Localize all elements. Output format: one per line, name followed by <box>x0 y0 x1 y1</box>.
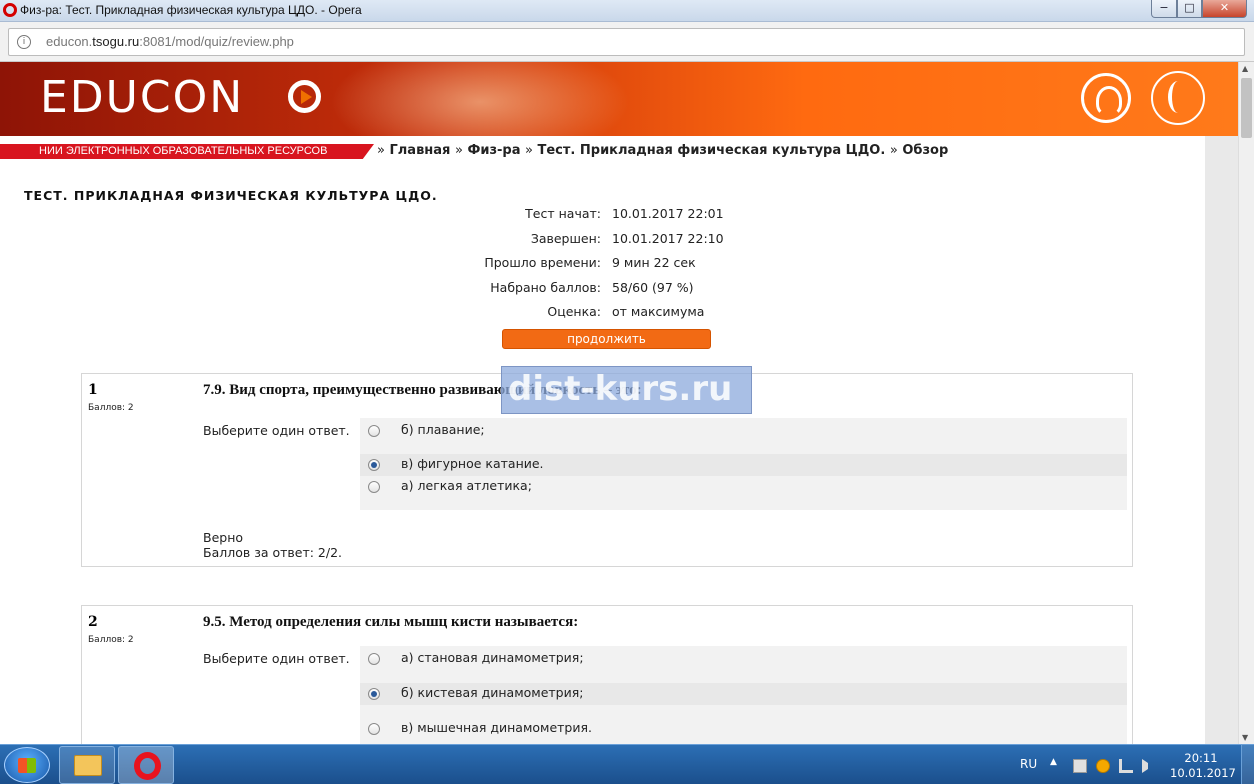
summary-row-score: Набрано баллов: 58/60 (97 %) <box>490 280 694 295</box>
close-button[interactable]: ✕ <box>1202 0 1247 18</box>
start-button[interactable] <box>4 747 50 783</box>
summary-row-grade: Оценка: от максимума <box>547 304 705 319</box>
scroll-down-icon[interactable]: ▼ <box>1242 733 1248 742</box>
question-points: Баллов: 2 <box>88 635 134 645</box>
answer-option[interactable]: а) легкая атлетика; <box>360 476 1127 498</box>
answer-option[interactable]: б) плавание; <box>360 420 1127 442</box>
breadcrumb-current: Обзор <box>902 143 949 158</box>
site-info-icon[interactable]: i <box>17 35 31 49</box>
opera-logo-icon <box>3 3 17 17</box>
system-clock[interactable]: 20:11 10.01.2017 <box>1170 751 1236 781</box>
radio-button-selected[interactable] <box>368 459 380 471</box>
clock-date: 10.01.2017 <box>1170 766 1236 780</box>
breadcrumb-course[interactable]: Физ-ра <box>467 143 520 158</box>
radio-button[interactable] <box>368 425 380 437</box>
vertical-scrollbar[interactable]: ▲ ▼ <box>1238 62 1254 744</box>
university-emblem-icon <box>1151 71 1205 125</box>
institute-banner: НИИ ЭЛЕКТРОННЫХ ОБРАЗОВАТЕЛЬНЫХ РЕСУРСОВ <box>0 144 374 159</box>
windows-taskbar: RU ▲ 20:11 10.01.2017 <box>0 744 1254 784</box>
answer-list: а) становая динамометрия; б) кистевая ди… <box>360 646 1127 744</box>
show-desktop-button[interactable] <box>1241 745 1254 784</box>
answer-option[interactable]: б) кистевая динамометрия; <box>360 683 1127 705</box>
summary-row-started: Тест начат: 10.01.2017 22:01 <box>525 206 724 221</box>
url-input[interactable]: i educon.tsogu.ru:8081/mod/quiz/review.p… <box>8 28 1245 56</box>
question-number: 2 <box>88 614 98 630</box>
tray-expand-icon[interactable]: ▲ <box>1050 757 1057 767</box>
quiz-title: ТЕСТ. ПРИКЛАДНАЯ ФИЗИЧЕСКАЯ КУЛЬТУРА ЦДО… <box>24 188 438 203</box>
window-titlebar: Физ-ра: Тест. Прикладная физическая куль… <box>0 0 1254 22</box>
question-number: 1 <box>88 382 98 398</box>
breadcrumb: » Главная » Физ-ра » Тест. Прикладная фи… <box>377 143 949 158</box>
radio-button[interactable] <box>368 481 380 493</box>
answer-option[interactable]: в) фигурное катание. <box>360 454 1127 476</box>
antivirus-icon[interactable] <box>1096 759 1110 773</box>
breadcrumb-quiz[interactable]: Тест. Прикладная физическая культура ЦДО… <box>538 143 886 158</box>
answer-option[interactable]: а) становая динамометрия; <box>360 648 1127 670</box>
page-viewport: EDUCON НИИ ЭЛЕКТРОННЫХ ОБРАЗОВАТЕЛЬНЫХ Р… <box>0 62 1238 744</box>
radio-button[interactable] <box>368 723 380 735</box>
logo-arrow-icon <box>288 80 321 113</box>
eagle-emblem-icon <box>1081 73 1131 123</box>
window-title: Физ-ра: Тест. Прикладная физическая куль… <box>20 3 362 17</box>
summary-row-finished: Завершен: 10.01.2017 22:10 <box>530 231 724 246</box>
answer-feedback: Верно Баллов за ответ: 2/2. <box>203 530 342 560</box>
clock-time: 20:11 <box>1184 751 1218 765</box>
breadcrumb-home[interactable]: Главная <box>390 143 451 158</box>
question-text: 9.5. Метод определения силы мышц кисти н… <box>203 614 579 630</box>
answer-list: б) плавание; в) фигурное катание. а) лег… <box>360 418 1127 510</box>
opera-icon <box>134 752 161 780</box>
question-2: 2 Баллов: 2 9.5. Метод определения силы … <box>81 605 1133 744</box>
scroll-up-icon[interactable]: ▲ <box>1242 64 1248 73</box>
scroll-thumb[interactable] <box>1241 78 1252 138</box>
taskbar-opera[interactable] <box>118 746 174 784</box>
maximize-button[interactable]: □ <box>1177 0 1202 18</box>
educon-logo[interactable]: EDUCON <box>40 72 244 123</box>
feedback-score: Баллов за ответ: 2/2. <box>203 545 343 560</box>
address-bar: i educon.tsogu.ru:8081/mod/quiz/review.p… <box>0 22 1254 62</box>
radio-button[interactable] <box>368 653 380 665</box>
action-center-icon[interactable] <box>1073 759 1087 773</box>
folder-icon <box>74 755 102 776</box>
volume-icon[interactable] <box>1142 759 1156 773</box>
taskbar-explorer[interactable] <box>59 746 115 784</box>
summary-row-duration: Прошло времени: 9 мин 22 сек <box>484 255 696 270</box>
answer-prompt: Выберите один ответ. <box>203 423 350 438</box>
watermark-overlay: dist-kurs.ru <box>501 366 752 414</box>
radio-button-selected[interactable] <box>368 688 380 700</box>
network-icon[interactable] <box>1119 759 1133 773</box>
url-text[interactable]: educon.tsogu.ru:8081/mod/quiz/review.php <box>46 34 294 49</box>
feedback-status: Верно <box>203 530 244 545</box>
continue-button[interactable]: продолжить <box>502 329 711 349</box>
answer-prompt: Выберите один ответ. <box>203 651 350 666</box>
language-indicator[interactable]: RU <box>1020 757 1037 771</box>
question-points: Баллов: 2 <box>88 403 134 413</box>
minimize-button[interactable]: − <box>1151 0 1177 18</box>
site-banner: EDUCON <box>0 62 1238 136</box>
answer-option[interactable]: в) мышечная динамометрия. <box>360 718 1127 740</box>
